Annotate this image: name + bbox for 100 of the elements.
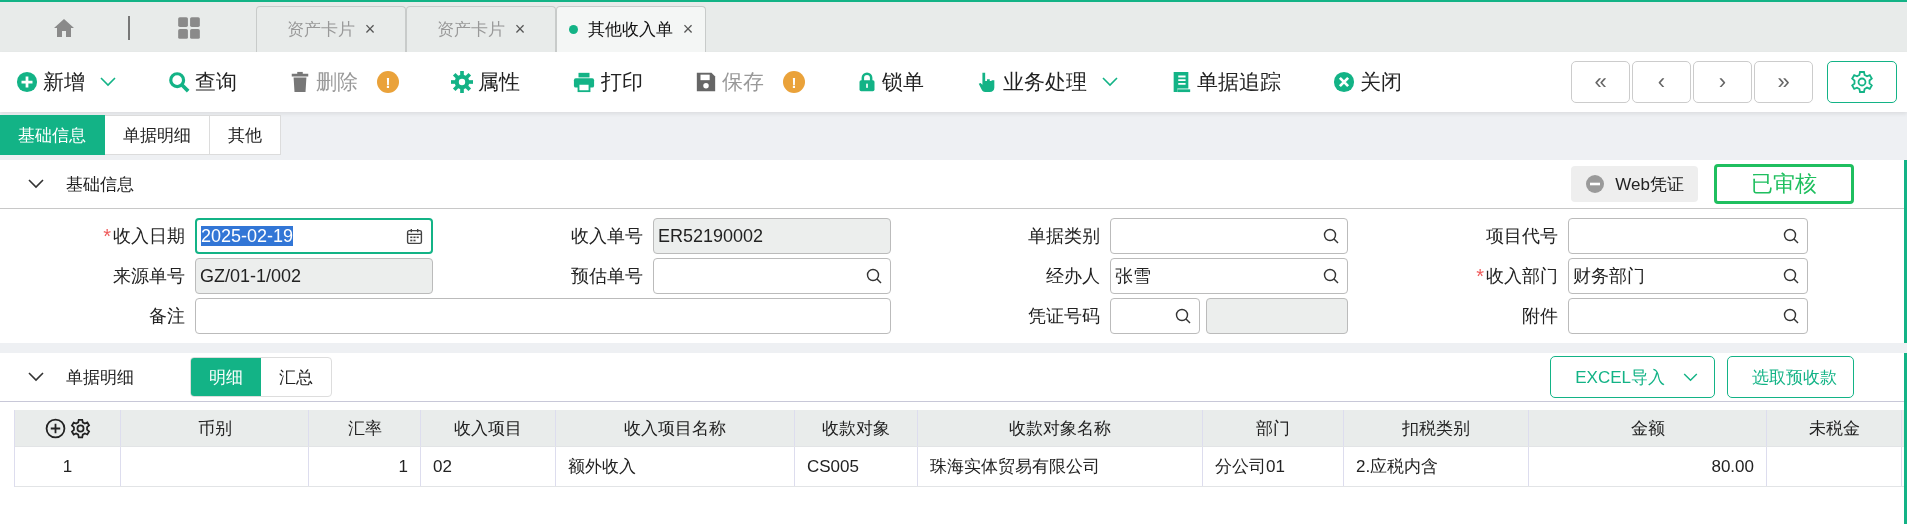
table-cell-text: 分公司01 [1215,456,1285,478]
calendar-icon[interactable] [406,227,423,245]
column-header: 收款对象 [795,410,918,446]
view-tab[interactable]: 单据明细 [105,115,210,155]
field-label: 收入部门 [1486,265,1558,288]
active-dot-icon [568,25,578,34]
lookup-field[interactable]: 张雪 [1110,258,1348,294]
close-tab-button[interactable]: × [514,19,526,40]
view-tab[interactable]: 其他 [210,115,281,155]
toolbar-label: 关闭 [1360,69,1402,95]
close-tab-button[interactable]: × [364,19,376,40]
field-label: 经办人 [1046,265,1100,288]
toolbar-button[interactable]: 锁单 [857,68,924,96]
toolbar-button[interactable]: 查询 [168,68,237,96]
tab-label: 其他收入单 [587,19,673,41]
document-tab[interactable]: 其他收入单 × [556,6,706,52]
add-row-icon[interactable] [44,417,66,439]
toolbar-button[interactable]: 新增 [16,68,116,96]
approved-stamp: 已审核 [1714,164,1854,204]
column-header: 未税金 [1767,410,1902,446]
search-icon[interactable] [1175,308,1191,324]
table-cell-text: 珠海实体贸易有限公司 [930,456,1100,478]
warning-badge: ! [783,71,805,93]
row-number: 1 [15,447,121,486]
document-tab[interactable]: 资产卡片 × [406,6,556,52]
search-icon[interactable] [866,268,882,284]
table-cell: 02 [433,456,452,477]
lookup-field[interactable] [1568,298,1808,334]
gear-icon [451,71,473,93]
date-field[interactable]: 2025-02-19 [195,218,433,254]
field-label: 预估单号 [571,265,643,288]
trash-icon [289,71,311,93]
toolbar-label: 锁单 [882,69,924,95]
toolbar-label: 新增 [43,69,85,95]
input-field[interactable]: GZ/01-1/002 [195,258,433,294]
column-header: 部门 [1203,410,1344,446]
toolbar-label: 业务处理 [1003,69,1087,95]
column-header: 金额 [1529,410,1767,446]
view-toggle[interactable]: 汇总 [261,358,331,396]
toolbar-button[interactable]: 属性 [451,68,520,96]
column-header: 收款对象名称 [918,410,1203,446]
field-label: 收入单号 [571,225,643,248]
column-header: 收入项目 [421,410,556,446]
printer-icon [572,71,596,93]
toolbar-button[interactable]: 业务处理 [976,68,1118,96]
lookup-field[interactable] [1568,218,1808,254]
field-label: 项目代号 [1486,225,1558,248]
field-label: 来源单号 [113,265,185,288]
chevron-down-icon [1102,77,1118,87]
navigation-button[interactable]: › [1693,61,1752,103]
navigation-button[interactable]: » [1754,61,1813,103]
toolbar-label: 属性 [478,69,520,95]
lookup-field[interactable]: 财务部门 [1568,258,1808,294]
section-title: 单据明细 [66,366,134,389]
section-title: 基础信息 [66,173,134,196]
chevron-down-icon [100,77,116,87]
chevron-down-icon [1683,372,1698,382]
lookup-field[interactable] [1110,298,1200,334]
column-header: 收入项目名称 [556,410,795,446]
column-header: 币别 [121,410,309,446]
required-mark: * [103,224,111,248]
settings-button[interactable] [1827,61,1897,103]
table-cell: 80.00 [1711,456,1754,477]
field-label: 收入日期 [113,225,185,248]
toolbar-button[interactable]: 关闭 [1333,68,1402,96]
lookup-field[interactable] [1110,218,1348,254]
grid-icon[interactable] [176,15,202,41]
lookup-field[interactable] [653,258,891,294]
search-icon[interactable] [1783,228,1799,244]
gear-icon[interactable] [69,417,91,439]
input-field[interactable] [195,298,891,334]
search-icon[interactable] [1323,228,1339,244]
field-label: 附件 [1522,305,1558,328]
navigation-button[interactable]: ‹ [1632,61,1691,103]
required-mark: * [1476,264,1484,288]
column-header: 汇率 [309,410,421,446]
toolbar-label: 打印 [601,69,643,95]
toolbar-label: 查询 [195,69,237,95]
search-icon[interactable] [1783,268,1799,284]
table-cell-text: 2.应税内含 [1356,456,1439,478]
web-voucher-button[interactable]: Web凭证 [1571,166,1698,202]
input-field[interactable]: ER52190002 [653,218,891,254]
add-icon [16,71,38,93]
field-label: 备注 [149,305,185,328]
search-icon[interactable] [1783,308,1799,324]
navigation-button[interactable]: « [1571,61,1630,103]
toolbar-button[interactable]: 单据追踪 [1170,68,1281,96]
tab-label: 资产卡片 [436,19,505,41]
chevron-down-icon[interactable] [28,179,44,189]
table-cell: CS005 [807,456,859,477]
document-tab[interactable]: 资产卡片 × [256,6,406,52]
close-icon [1333,71,1355,93]
close-tab-button[interactable]: × [682,19,694,40]
lock-icon [857,71,877,93]
search-icon[interactable] [1323,268,1339,284]
chevron-down-icon[interactable] [28,372,44,382]
home-icon[interactable] [52,16,76,40]
column-header: 扣税类别 [1344,410,1529,446]
field-label: 单据类别 [1028,225,1100,248]
toolbar-button[interactable]: 打印 [572,68,643,96]
